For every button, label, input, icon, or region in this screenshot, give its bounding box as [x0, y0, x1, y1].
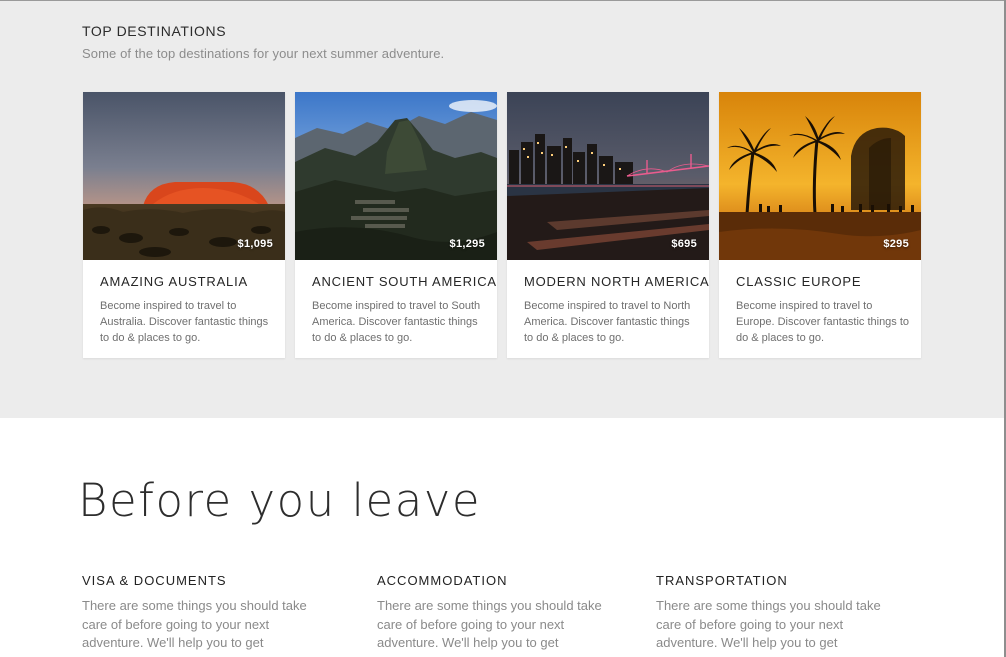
info-column-accommodation: ACCOMMODATION There are some things you … [377, 573, 627, 653]
machu-picchu-photo[interactable]: $1,295 [295, 92, 497, 260]
info-text: There are some things you should take ca… [656, 598, 881, 650]
section-heading: Before you leave [78, 474, 482, 527]
destination-card-north-america[interactable]: $695 MODERN NORTH AMERICA Become inspire… [507, 92, 709, 358]
card-title[interactable]: AMAZING AUSTRALIA [100, 274, 248, 289]
destination-card-europe[interactable]: $295 CLASSIC EUROPE Become inspired to t… [719, 92, 921, 358]
info-text: There are some things you should take ca… [82, 598, 307, 650]
page: TOP DESTINATIONS Some of the top destina… [0, 0, 1006, 657]
price-badge: $1,095 [237, 238, 273, 250]
card-description: Become inspired to travel to Australia. … [100, 300, 269, 344]
uluru-image [83, 92, 285, 260]
info-column-visa: VISA & DOCUMENTS There are some things y… [82, 573, 332, 653]
destination-card-australia[interactable]: $1,095 AMAZING AUSTRALIA Become inspired… [83, 92, 285, 358]
city-skyline-image [507, 92, 709, 260]
section-title: TOP DESTINATIONS [82, 23, 227, 39]
card-description: Become inspired to travel to North Ameri… [524, 300, 691, 344]
uluru-photo[interactable]: $1,095 [83, 92, 285, 260]
destination-card-south-america[interactable]: $1,295 ANCIENT SOUTH AMERICA Become insp… [295, 92, 497, 358]
palm-beach-sunset-photo[interactable]: $295 [719, 92, 921, 260]
top-destinations-section: TOP DESTINATIONS Some of the top destina… [0, 0, 1004, 418]
card-description: Become inspired to travel to Europe. Dis… [736, 300, 910, 344]
info-column-transportation: TRANSPORTATION There are some things you… [656, 573, 906, 653]
card-title[interactable]: ANCIENT SOUTH AMERICA [312, 274, 497, 289]
card-description: Become inspired to travel to South Ameri… [312, 300, 481, 344]
city-skyline-photo[interactable]: $695 [507, 92, 709, 260]
palm-beach-image [719, 92, 921, 260]
card-title[interactable]: MODERN NORTH AMERICA [524, 274, 710, 289]
machu-picchu-image [295, 92, 497, 260]
info-title: ACCOMMODATION [377, 573, 508, 588]
info-title: VISA & DOCUMENTS [82, 573, 227, 588]
section-subtitle: Some of the top destinations for your ne… [82, 46, 445, 61]
price-badge: $1,295 [449, 238, 485, 250]
price-badge: $295 [883, 238, 909, 250]
info-text: There are some things you should take ca… [377, 598, 602, 650]
price-badge: $695 [671, 238, 697, 250]
card-title[interactable]: CLASSIC EUROPE [736, 274, 861, 289]
info-title: TRANSPORTATION [656, 573, 788, 588]
